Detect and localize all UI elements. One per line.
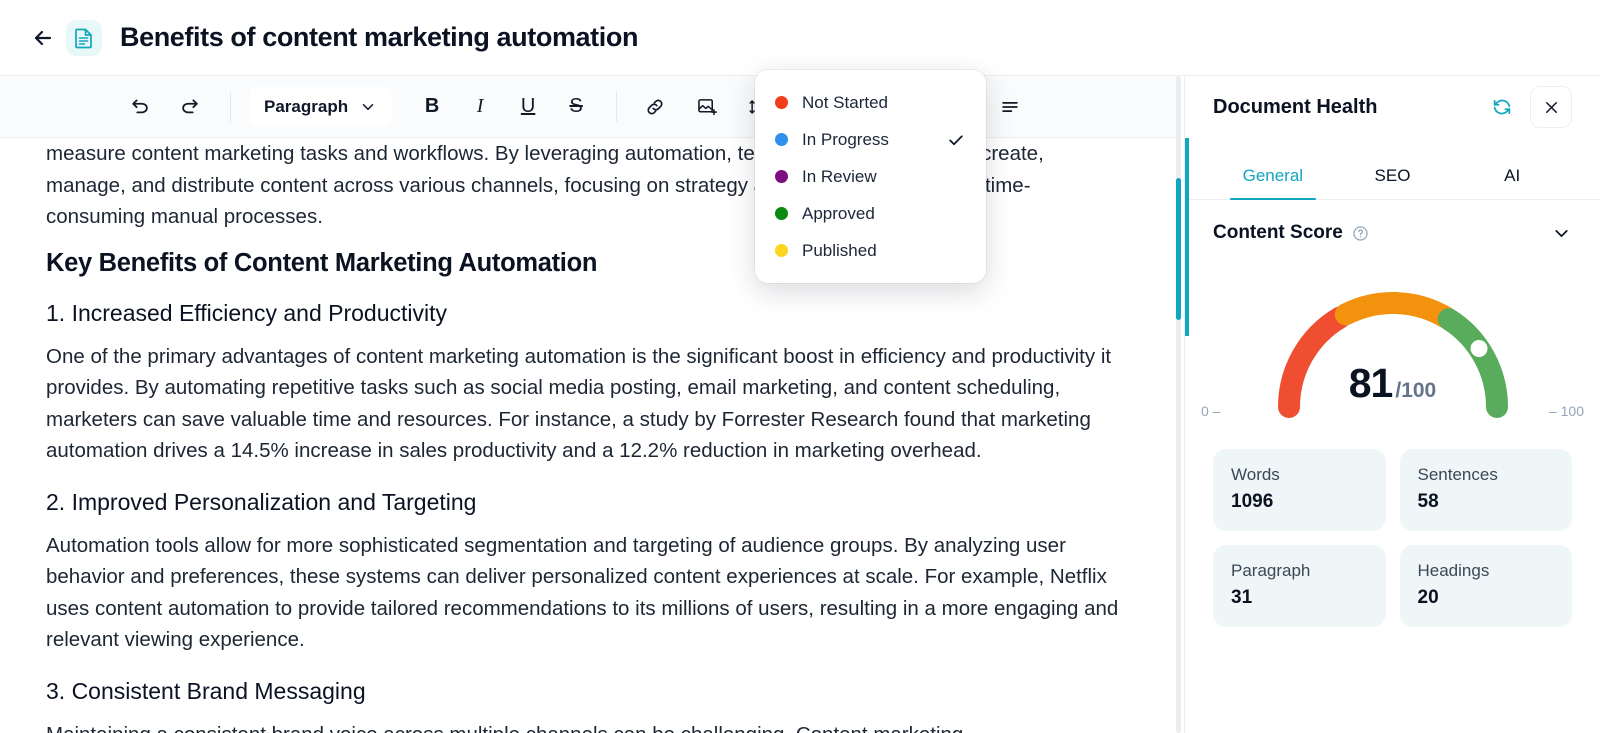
bold-button[interactable]: B (412, 87, 452, 127)
gauge-max-tick: – 100 (1548, 403, 1584, 419)
arrow-left-icon (34, 30, 52, 45)
stat-label: Headings (1417, 561, 1490, 580)
document-health-panel: Document Health General SEO AI Content S… (1184, 76, 1600, 733)
editor-toolbar: Paragraph B I U S (0, 76, 1180, 138)
stat-value: 58 (1417, 491, 1439, 512)
document-paragraph-2: Automation tools allow for more sophisti… (46, 533, 1119, 652)
tab-seo[interactable]: SEO (1333, 166, 1453, 199)
italic-button[interactable]: I (460, 87, 500, 127)
stat-label: Paragraph (1231, 561, 1311, 580)
status-option-not-started[interactable]: Not Started (755, 84, 986, 121)
block-style-label: Paragraph (264, 96, 349, 116)
toolbar-divider (230, 91, 231, 122)
content-score-title: Content Score (1213, 222, 1343, 243)
stat-headings: Headings 20 (1399, 545, 1572, 627)
refresh-button[interactable] (1486, 91, 1518, 123)
document-icon-badge (66, 19, 102, 56)
status-option-label: Approved (802, 203, 875, 223)
status-option-label: In Progress (802, 129, 889, 149)
gauge-value: 81 (1348, 360, 1394, 406)
status-option-published[interactable]: Published (755, 232, 986, 269)
undo-button[interactable] (120, 87, 160, 127)
link-icon (647, 99, 663, 114)
status-option-dot (775, 133, 788, 146)
status-option-dot (775, 170, 788, 183)
insert-image-button[interactable] (687, 87, 727, 127)
document-stats-grid: Words 1096 Sentences 58 Paragraph 31 Hea… (1185, 429, 1600, 627)
help-circle-icon[interactable] (1352, 225, 1369, 242)
stat-label: Sentences (1417, 465, 1498, 484)
status-option-in-review[interactable]: In Review (755, 158, 986, 195)
gauge-min-tick: 0 – (1201, 403, 1221, 419)
link-button[interactable] (635, 87, 675, 127)
stat-label: Words (1231, 465, 1280, 484)
document-paragraph-3: Maintaining a consistent brand voice acr… (46, 719, 1126, 733)
status-dropdown-menu: Not Started In Progress In Review Approved P… (755, 70, 986, 283)
tab-ai[interactable]: AI (1452, 166, 1572, 199)
document-paragraph-1: One of the primary advantages of content… (46, 344, 1112, 463)
back-button[interactable] (26, 21, 60, 55)
document-scrollbar-track[interactable] (1176, 76, 1181, 733)
refresh-icon (1493, 99, 1511, 115)
page-title: Benefits of content marketing automation (120, 22, 639, 52)
stat-paragraph: Paragraph 31 (1213, 545, 1386, 627)
tab-general[interactable]: General (1213, 166, 1333, 200)
document-icon (75, 28, 92, 48)
redo-icon (182, 99, 198, 113)
align-left-icon (1002, 101, 1018, 112)
content-score-section-header: Content Score (1185, 200, 1600, 252)
content-score-gauge: 81/100 0 – – 100 (1185, 264, 1600, 429)
status-option-dot (775, 244, 788, 257)
gauge-max: /100 (1395, 379, 1437, 402)
redo-button[interactable] (170, 87, 210, 127)
check-icon (946, 130, 966, 150)
stat-value: 20 (1417, 587, 1439, 608)
status-option-dot (775, 207, 788, 220)
status-option-dot (775, 96, 788, 109)
status-option-approved[interactable]: Approved (755, 195, 986, 232)
stat-sentences: Sentences 58 (1399, 449, 1572, 531)
image-icon (698, 98, 718, 115)
collapse-content-score-button[interactable] (1551, 223, 1572, 244)
status-option-label: Published (802, 240, 877, 260)
document-heading-section-3: 3. Consistent Brand Messaging (46, 677, 366, 704)
panel-title: Document Health (1213, 95, 1378, 118)
stat-words: Words 1096 (1213, 449, 1386, 531)
stat-value: 31 (1231, 587, 1253, 608)
panel-header: Document Health (1185, 76, 1600, 138)
block-style-select[interactable]: Paragraph (249, 86, 393, 127)
status-option-label: Not Started (802, 92, 888, 112)
strikethrough-button[interactable]: S (556, 87, 596, 127)
panel-tabs: General SEO AI (1185, 138, 1600, 200)
gauge-value-wrap: 81/100 (1185, 360, 1600, 407)
stat-value: 1096 (1231, 491, 1274, 512)
chevron-down-icon (362, 103, 374, 110)
close-panel-button[interactable] (1530, 86, 1572, 128)
document-scrollbar-thumb[interactable] (1176, 178, 1181, 320)
status-option-in-progress[interactable]: In Progress (755, 121, 986, 158)
status-option-label: In Review (802, 166, 877, 186)
document-heading-section-1: 1. Increased Efficiency and Productivity (46, 299, 448, 326)
close-icon (1545, 101, 1557, 113)
document-heading-section-2: 2. Improved Personalization and Targetin… (46, 488, 477, 515)
underline-button[interactable]: U (508, 87, 548, 127)
align-button[interactable] (990, 87, 1030, 127)
chevron-down-icon (1555, 229, 1568, 237)
document-editor[interactable]: measure content marketing tasks and work… (0, 138, 1172, 733)
app-header: Benefits of content marketing automation (0, 0, 1600, 76)
toolbar-divider-2 (616, 91, 618, 122)
undo-icon (132, 99, 148, 113)
